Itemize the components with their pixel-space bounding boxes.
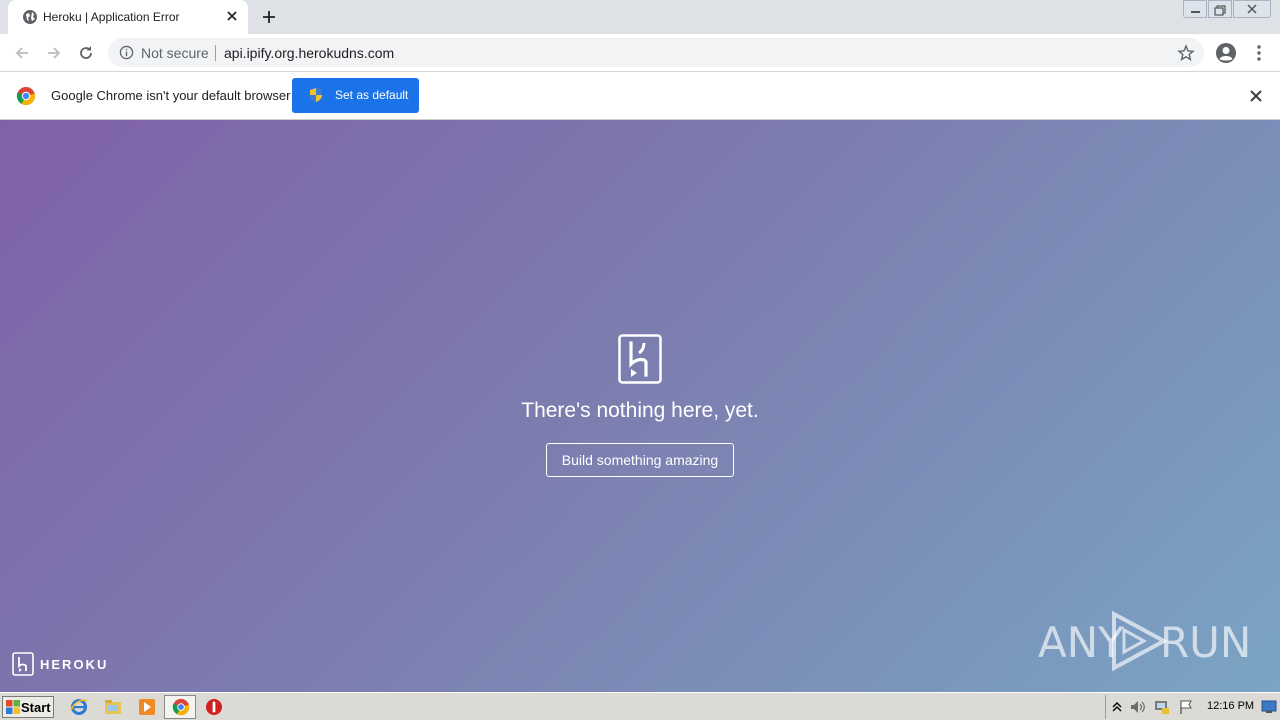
heroku-wordmark: HEROKU: [40, 657, 109, 672]
address-bar[interactable]: Not secure api.ipify.org.herokudns.com: [108, 38, 1204, 67]
close-icon[interactable]: [1247, 87, 1265, 105]
minimize-icon: [1191, 11, 1200, 13]
close-tab-icon[interactable]: [224, 8, 240, 24]
start-label: Start: [21, 700, 51, 715]
network-icon[interactable]: [1153, 699, 1171, 715]
tray-expand-icon[interactable]: [1111, 700, 1123, 714]
tab-title: Heroku | Application Error: [43, 10, 180, 24]
window-close-icon: [1247, 4, 1257, 14]
taskbar: Start 12:16 PM: [0, 692, 1280, 720]
minimize-button[interactable]: [1183, 0, 1207, 18]
chrome-logo-icon: [16, 87, 35, 105]
watermark-run: RUN: [1160, 618, 1252, 667]
antivirus-icon[interactable]: [205, 698, 223, 716]
browser-toolbar: Not secure api.ipify.org.herokudns.com: [0, 34, 1280, 72]
taskbar-clock[interactable]: 12:16 PM: [1207, 700, 1254, 712]
chrome-taskbar-button[interactable]: [164, 695, 196, 719]
forward-arrow-icon[interactable]: [44, 43, 64, 63]
bookmark-star-icon[interactable]: [1177, 44, 1195, 62]
window-close-button[interactable]: [1233, 0, 1271, 18]
restore-button[interactable]: [1208, 0, 1232, 18]
system-tray: 12:16 PM: [1105, 695, 1280, 719]
browser-tab[interactable]: Heroku | Application Error: [8, 0, 248, 34]
anyrun-watermark: ANY RUN: [1038, 610, 1251, 672]
infobar-message: Google Chrome isn't your default browser: [51, 88, 291, 103]
restore-icon: [1214, 5, 1226, 16]
default-browser-infobar: Google Chrome isn't your default browser…: [0, 72, 1280, 120]
volume-icon[interactable]: [1129, 699, 1147, 715]
ie-icon[interactable]: [70, 698, 88, 716]
media-player-icon[interactable]: [138, 698, 156, 716]
action-center-flag-icon[interactable]: [1178, 699, 1194, 715]
kebab-menu-icon[interactable]: [1249, 43, 1269, 63]
heroku-logo-icon: [618, 334, 662, 384]
not-secure-label: Not secure: [141, 45, 209, 61]
page-headline: There's nothing here, yet.: [521, 399, 759, 422]
build-something-button[interactable]: Build something amazing: [546, 443, 734, 477]
url-text[interactable]: api.ipify.org.herokudns.com: [224, 45, 394, 61]
new-tab-icon[interactable]: [260, 8, 278, 26]
show-desktop-icon[interactable]: [1261, 700, 1277, 714]
set-as-default-label: Set as default: [335, 88, 409, 102]
heroku-mark-icon: [12, 652, 34, 676]
reload-icon[interactable]: [76, 43, 96, 63]
shield-icon: [310, 88, 322, 102]
explorer-icon[interactable]: [104, 698, 122, 716]
info-icon[interactable]: [119, 45, 134, 60]
set-as-default-button[interactable]: Set as default: [292, 78, 419, 113]
start-button[interactable]: Start: [2, 696, 54, 718]
back-arrow-icon[interactable]: [12, 43, 32, 63]
chrome-icon: [172, 698, 190, 716]
divider: [215, 45, 216, 61]
profile-avatar-icon[interactable]: [1215, 42, 1237, 64]
windows-flag-icon: [6, 700, 20, 714]
tab-strip: Heroku | Application Error: [0, 0, 1280, 34]
page-content: There's nothing here, yet. Build somethi…: [0, 120, 1280, 692]
globe-icon: [23, 10, 37, 24]
